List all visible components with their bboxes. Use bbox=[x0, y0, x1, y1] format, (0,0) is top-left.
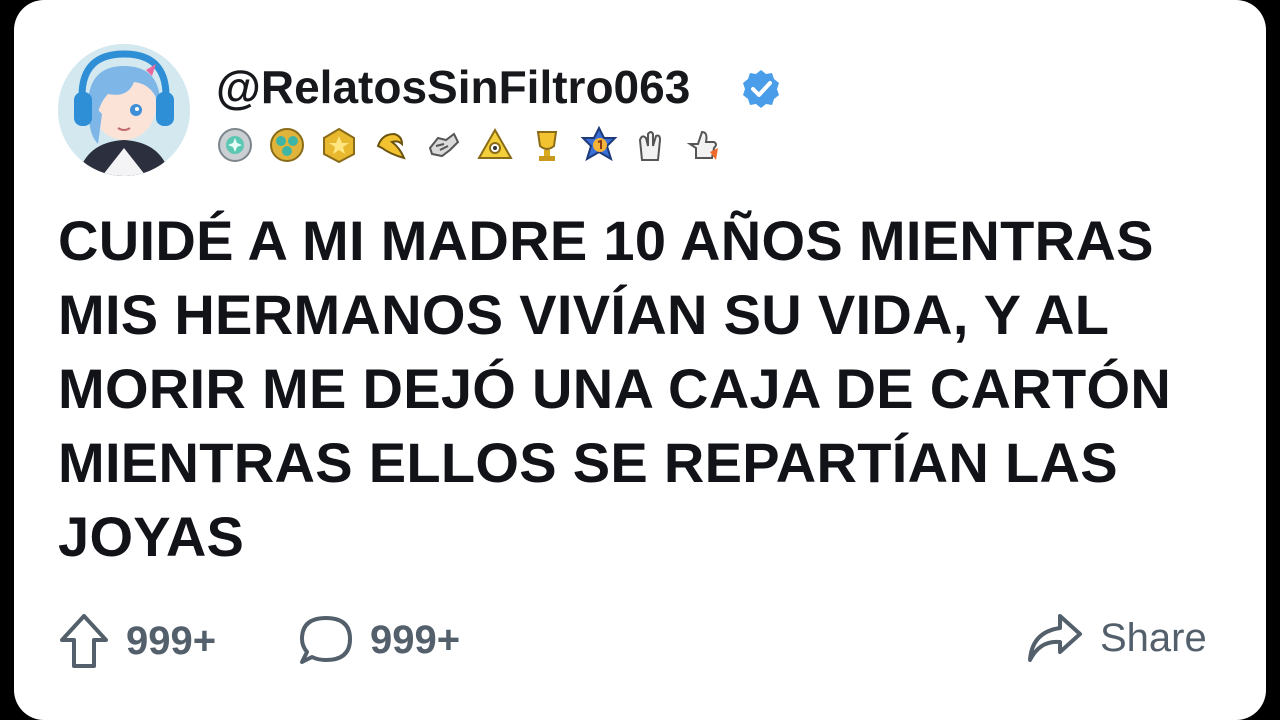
comment-button[interactable]: 999+ bbox=[298, 612, 460, 668]
award-badge-6 bbox=[477, 127, 513, 159]
award-badge-10 bbox=[686, 130, 718, 160]
upvote-button[interactable]: 999+ bbox=[58, 612, 216, 670]
verified-icon bbox=[743, 70, 779, 108]
avatar[interactable] bbox=[58, 44, 190, 176]
award-badge-9 bbox=[638, 131, 662, 161]
award-badges bbox=[216, 126, 722, 164]
award-badge-8 bbox=[580, 126, 618, 162]
award-badge-1 bbox=[218, 128, 252, 162]
award-badge-7 bbox=[536, 131, 558, 161]
username[interactable]: @RelatosSinFiltro063 bbox=[216, 60, 690, 114]
comment-count: 999+ bbox=[370, 617, 461, 662]
award-badge-5 bbox=[428, 132, 460, 158]
comment-bubble-icon bbox=[300, 616, 352, 664]
award-badge-4 bbox=[376, 132, 406, 160]
post-title: CUIDÉ A MI MADRE 10 AÑOS MIENTRAS MIS HE… bbox=[58, 209, 1172, 568]
upvote-count: 999+ bbox=[126, 618, 217, 663]
share-arrow-icon bbox=[1028, 614, 1082, 662]
share-label: Share bbox=[1100, 615, 1207, 660]
award-badge-2 bbox=[270, 128, 304, 162]
share-button[interactable]: Share bbox=[1026, 612, 1207, 664]
post-card: @RelatosSinFiltro063 CUIDÉ A MI MADRE 10… bbox=[14, 0, 1266, 720]
award-badge-3 bbox=[323, 127, 355, 164]
upvote-arrow-icon bbox=[60, 614, 108, 668]
avatar-image bbox=[58, 44, 190, 176]
